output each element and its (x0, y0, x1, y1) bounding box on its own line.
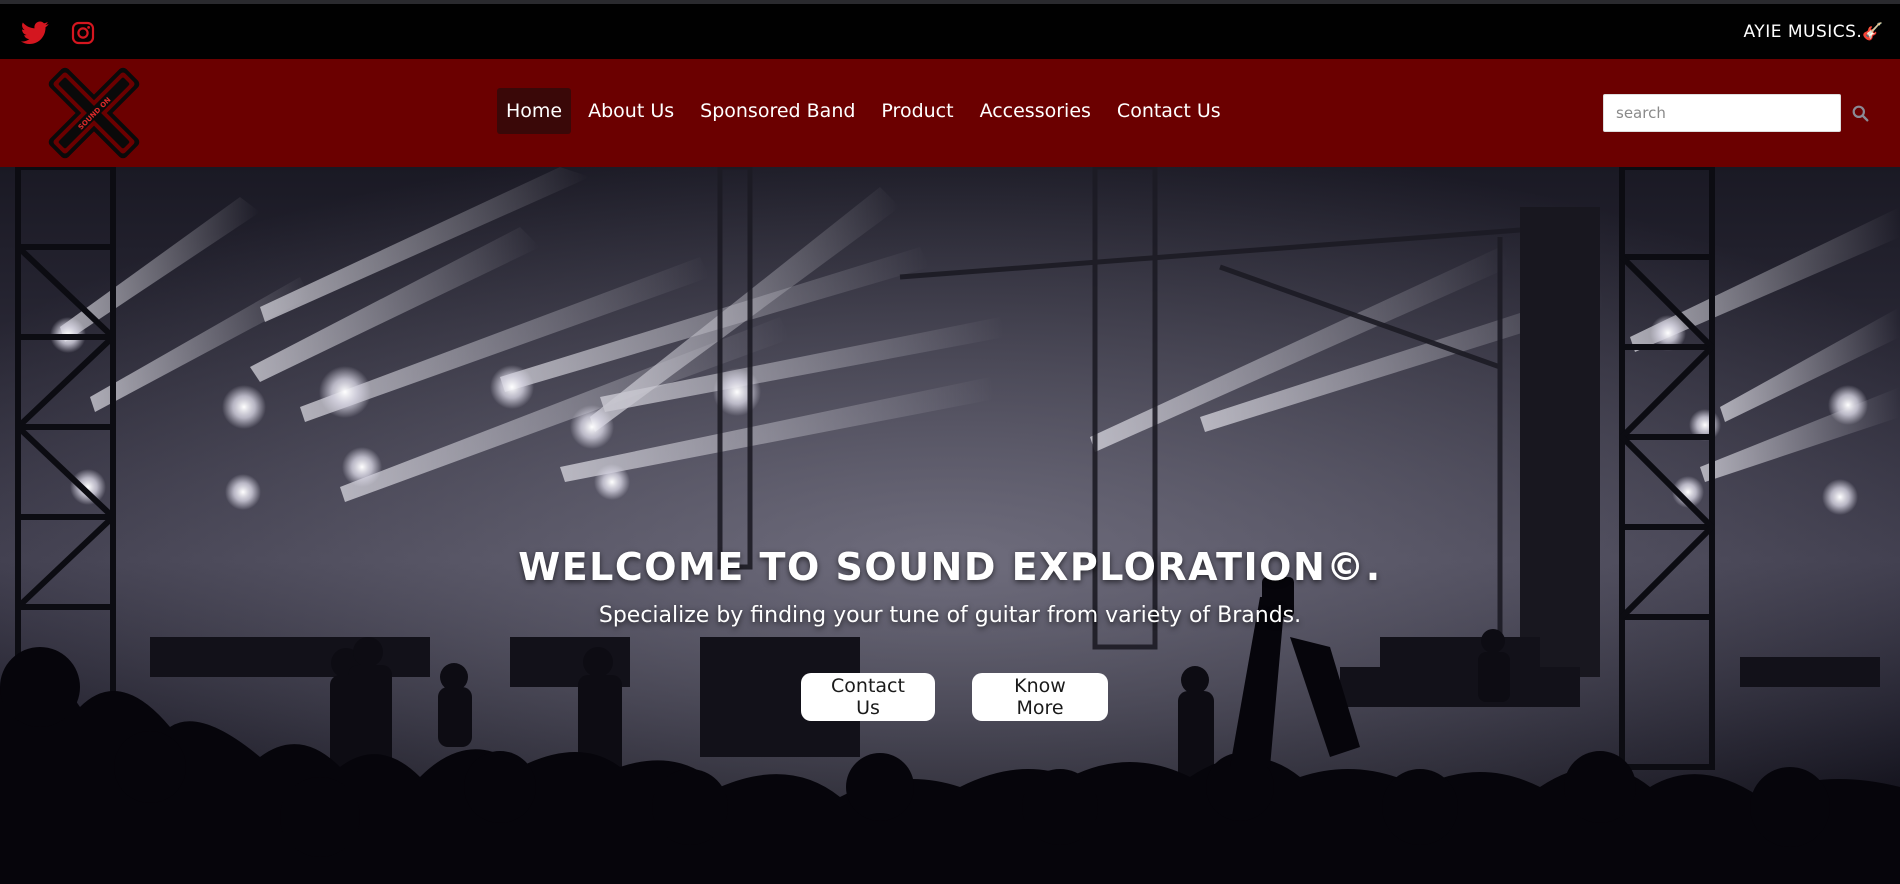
sound-on-logo-icon: SOUND ON (48, 67, 140, 159)
nav-home[interactable]: Home (497, 88, 572, 134)
twitter-link[interactable] (20, 18, 50, 48)
nav-product[interactable]: Product (872, 88, 962, 134)
nav-about-us[interactable]: About Us (579, 88, 683, 134)
nav-sponsored-band[interactable]: Sponsored Band (691, 88, 864, 134)
hero-buttons: Contact Us Know More (0, 673, 1900, 721)
concert-background-image (0, 167, 1900, 884)
main-nav: Home About Us Sponsored Band Product Acc… (497, 88, 1230, 134)
search-button[interactable] (1841, 94, 1879, 132)
top-bar: AYIE MUSICS.🎸 (0, 0, 1900, 59)
hero-subtitle: Specialize by finding your tune of guita… (598, 603, 1302, 628)
contact-us-button[interactable]: Contact Us (801, 673, 935, 721)
search-form (1603, 94, 1879, 132)
site-logo[interactable]: SOUND ON (48, 67, 140, 159)
hero-title: WELCOME TO SOUND EXPLORATION©. (518, 545, 1382, 589)
instagram-icon (71, 21, 95, 45)
instagram-link[interactable] (68, 18, 98, 48)
main-navbar: SOUND ON Home About Us Sponsored Band Pr… (0, 59, 1900, 167)
twitter-icon (21, 21, 49, 44)
nav-accessories[interactable]: Accessories (971, 88, 1100, 134)
search-input[interactable] (1603, 94, 1841, 132)
search-icon (1852, 105, 1868, 121)
brand-text: AYIE MUSICS.🎸 (1743, 22, 1884, 42)
hero-section: WELCOME TO SOUND EXPLORATION©. Specializ… (0, 167, 1900, 884)
know-more-button[interactable]: Know More (972, 673, 1108, 721)
nav-contact-us[interactable]: Contact Us (1108, 88, 1230, 134)
